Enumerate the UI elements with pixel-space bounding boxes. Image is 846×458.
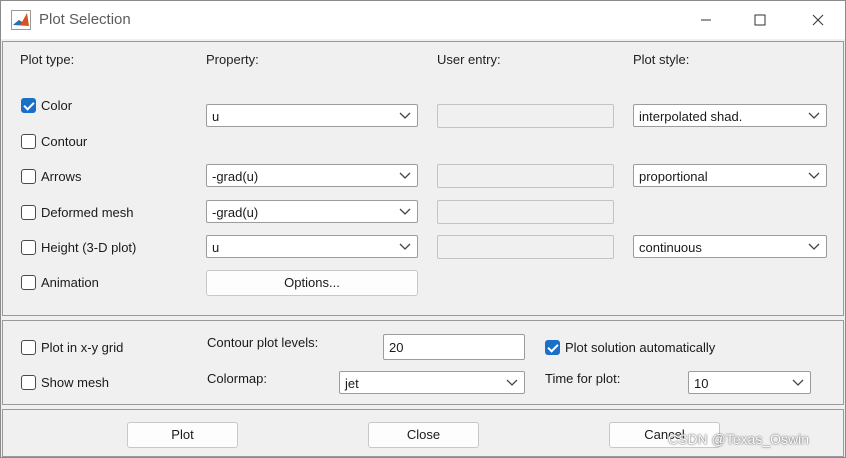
chevron-down-icon	[399, 243, 411, 250]
chevron-down-icon	[808, 243, 820, 250]
minimize-icon	[701, 19, 711, 21]
contour-levels-input[interactable]: 20	[383, 334, 525, 360]
display-options-panel: Plot in x-y grid Show mesh Contour plot …	[2, 320, 844, 405]
label-contour: Contour	[41, 134, 88, 149]
chevron-down-icon	[808, 172, 820, 179]
options-button[interactable]: Options...	[206, 270, 418, 296]
maximize-icon	[754, 14, 766, 26]
property-color-value: u	[212, 109, 220, 124]
header-plot-style: Plot style:	[633, 52, 690, 67]
user-entry-deformed-mesh[interactable]	[437, 200, 614, 224]
property-height-value: u	[212, 240, 220, 255]
plot-style-select-height[interactable]: continuous	[633, 235, 827, 258]
watermark: CSDN @Texas_Oswin	[668, 431, 810, 447]
plot-style-height-value: continuous	[639, 240, 702, 255]
user-entry-height[interactable]	[437, 235, 614, 259]
close-button[interactable]: Close	[368, 422, 479, 448]
user-entry-color[interactable]	[437, 104, 614, 128]
time-for-plot-value: 10	[694, 376, 709, 391]
chevron-down-icon	[399, 208, 411, 215]
time-for-plot-select[interactable]: 10	[688, 371, 811, 394]
label-plot-automatically: Plot solution automatically	[565, 340, 716, 355]
property-arrows-value: -grad(u)	[212, 169, 259, 184]
minimize-button[interactable]	[683, 1, 729, 39]
plot-selection-window: Plot Selection Plot type: Property: User…	[0, 0, 846, 458]
chevron-down-icon	[399, 172, 411, 179]
colormap-select[interactable]: jet	[339, 371, 525, 394]
plot-style-select-color[interactable]: interpolated shad.	[633, 104, 827, 127]
property-select-deformed-mesh[interactable]: -grad(u)	[206, 200, 418, 223]
header-plot-type: Plot type:	[20, 52, 75, 67]
label-show-mesh: Show mesh	[41, 375, 109, 390]
label-plot-in-grid: Plot in x-y grid	[41, 340, 124, 355]
label-colormap: Colormap:	[207, 371, 267, 386]
plot-button[interactable]: Plot	[127, 422, 238, 448]
chevron-down-icon	[506, 379, 518, 386]
label-contour-levels: Contour plot levels:	[207, 335, 319, 350]
close-icon	[812, 14, 824, 26]
chevron-down-icon	[792, 379, 804, 386]
chevron-down-icon	[399, 112, 411, 119]
maximize-button[interactable]	[737, 1, 783, 39]
property-select-color[interactable]: u	[206, 104, 418, 127]
checkbox-height[interactable]	[21, 240, 36, 255]
label-time-for-plot: Time for plot:	[545, 371, 621, 386]
checkbox-contour[interactable]	[21, 134, 36, 149]
checkbox-plot-automatically[interactable]	[545, 340, 560, 355]
label-deformed-mesh: Deformed mesh	[41, 205, 134, 220]
chevron-down-icon	[808, 112, 820, 119]
checkbox-animation[interactable]	[21, 275, 36, 290]
header-user-entry: User entry:	[437, 52, 501, 67]
title-bar: Plot Selection	[1, 1, 845, 39]
checkbox-color[interactable]	[21, 98, 36, 113]
header-property: Property:	[206, 52, 259, 67]
checkbox-plot-in-grid[interactable]	[21, 340, 36, 355]
checkbox-deformed-mesh[interactable]	[21, 205, 36, 220]
property-select-height[interactable]: u	[206, 235, 418, 258]
label-color: Color	[41, 98, 73, 113]
checkbox-arrows[interactable]	[21, 169, 36, 184]
plot-style-arrows-value: proportional	[639, 169, 708, 184]
colormap-value: jet	[345, 376, 359, 391]
label-arrows: Arrows	[41, 169, 82, 184]
label-animation: Animation	[41, 275, 99, 290]
plot-type-panel: Plot type: Property: User entry: Plot st…	[2, 41, 844, 316]
close-window-button[interactable]	[795, 1, 841, 39]
plot-style-color-value: interpolated shad.	[639, 109, 743, 124]
window-title: Plot Selection	[39, 11, 131, 28]
property-select-arrows[interactable]: -grad(u)	[206, 164, 418, 187]
contour-levels-value: 20	[389, 340, 404, 355]
property-deformed-mesh-value: -grad(u)	[212, 205, 259, 220]
plot-style-select-arrows[interactable]: proportional	[633, 164, 827, 187]
user-entry-arrows[interactable]	[437, 164, 614, 188]
label-height: Height (3-D plot)	[41, 240, 137, 255]
matlab-icon	[11, 10, 31, 30]
checkbox-show-mesh[interactable]	[21, 375, 36, 390]
